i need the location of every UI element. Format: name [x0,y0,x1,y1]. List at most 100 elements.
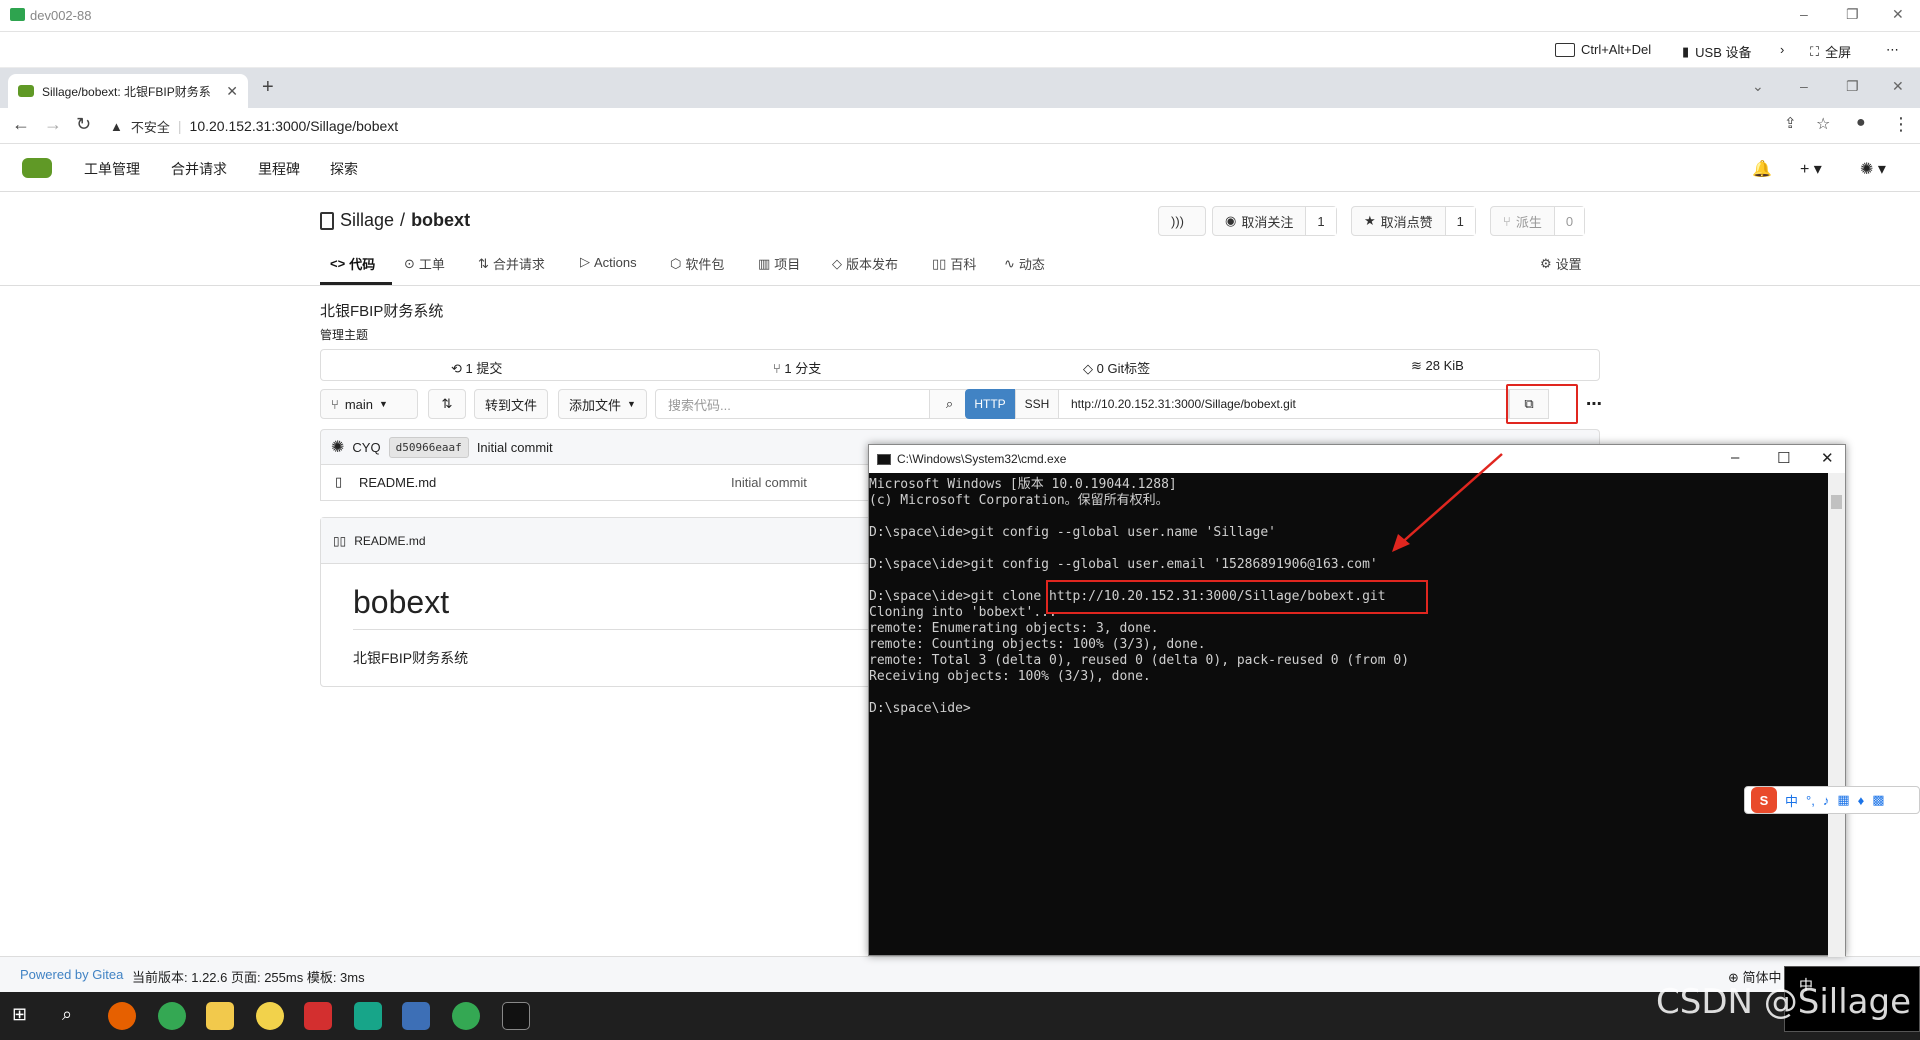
cmd-minimize-icon[interactable]: – [1731,449,1739,466]
app-red-icon[interactable] [304,1002,332,1030]
fork-count[interactable]: 0 [1553,207,1585,235]
clone-url-input[interactable]: http://10.20.152.31:3000/Sillage/bobext.… [1059,389,1509,419]
more-options-icon[interactable]: ⋯ [1886,42,1899,58]
cmd-maximize-icon[interactable]: ☐ [1777,449,1790,467]
browser-tab[interactable]: Sillage/bobext: 北银FBIP财务系 ✕ [8,74,248,108]
cmd-window[interactable]: C:\Windows\System32\cmd.exe – ☐ ✕ Micros… [868,444,1846,957]
tab-releases[interactable]: ◇ 版本发布 [832,254,898,273]
usb-device-button[interactable]: ▮ USB 设备 [1682,42,1752,61]
firefox-icon[interactable] [108,1002,136,1030]
chrome-menu-icon[interactable]: ⋮ [1892,114,1910,135]
file-name[interactable]: README.md [359,475,436,490]
commits-stat[interactable]: ⟲ 1 提交 [451,358,502,377]
cmd-close-icon[interactable]: ✕ [1821,449,1834,467]
rd-restore-icon[interactable]: ❐ [1846,6,1859,23]
share-icon[interactable]: ⇪ [1784,114,1797,132]
unstar-button[interactable]: ★ 取消点赞 1 [1351,206,1476,236]
notification-bell-icon[interactable]: 🔔 [1752,159,1772,179]
commit-sha[interactable]: d50966eaaf [388,436,469,458]
chrome-icon-2[interactable] [452,1002,480,1030]
browser-close-icon[interactable]: ✕ [1892,78,1904,95]
more-actions-icon[interactable]: ⋯ [1582,389,1606,419]
tab-projects[interactable]: ▥ 项目 [758,254,800,273]
tab-code[interactable]: <> 代码 [330,254,375,273]
keyboard-icon[interactable]: ▦ [1837,792,1849,808]
browser-minimize-icon[interactable]: – [1800,78,1808,94]
tab-issues[interactable]: ⊙ 工单 [404,254,445,273]
tab-actions[interactable]: ▷ Actions [580,254,637,270]
ime-mode[interactable]: 中 [1785,791,1798,810]
profile-avatar-icon[interactable]: ● [1856,114,1866,132]
reload-icon[interactable]: ↻ [76,114,91,135]
tab-activity[interactable]: ∿ 动态 [1004,254,1045,273]
repo-owner-link[interactable]: Sillage [340,210,394,231]
rd-minimize-icon[interactable]: – [1800,6,1808,22]
manage-topics-link[interactable]: 管理主题 [320,326,368,343]
app-icon[interactable] [256,1002,284,1030]
cmd-scroll-thumb[interactable] [1831,495,1842,509]
nav-issues[interactable]: 工单管理 [84,159,140,179]
close-tab-icon[interactable]: ✕ [226,83,238,100]
branches-stat[interactable]: ⑂ 1 分支 [773,358,821,377]
taskbar-search-icon[interactable]: ⌕ [62,1004,72,1025]
compare-button[interactable]: ⇅ [428,389,466,419]
omnibox[interactable]: ▲ 不安全 | 10.20.152.31:3000/Sillage/bobext [110,112,1790,140]
forward-icon[interactable]: → [44,114,62,135]
repo-name-link[interactable]: bobext [411,210,470,231]
tab-pull-requests[interactable]: ⇅ 合并请求 [478,254,545,273]
ime-toolbar[interactable]: S 中 °, ♪ ▦ ♦ ▩ [1744,786,1920,814]
chrome-icon[interactable] [158,1002,186,1030]
rss-button[interactable]: ))) [1158,206,1206,236]
size-stat[interactable]: ≋ 28 KiB [1411,358,1464,374]
create-new-plus-icon[interactable]: + ▾ [1800,159,1822,179]
readme-filename[interactable]: README.md [354,534,425,548]
ssh-clone-button[interactable]: SSH [1015,389,1059,419]
rd-close-icon[interactable]: ✕ [1892,6,1904,23]
unwatch-button[interactable]: ◉ 取消关注 1 [1212,206,1337,236]
cmd-titlebar[interactable]: C:\Windows\System32\cmd.exe – ☐ ✕ [869,445,1845,473]
nav-milestones[interactable]: 里程碑 [258,159,300,179]
user-avatar-icon[interactable]: ✺ ▾ [1860,159,1886,179]
tags-stat[interactable]: ◇ 0 Git标签 [1083,358,1150,377]
skin-icon[interactable]: ♦ [1858,793,1865,808]
cmd-scrollbar[interactable] [1828,473,1845,957]
browser-restore-icon[interactable]: ❐ [1846,78,1859,95]
tab-search-chevron-icon[interactable]: ⌄ [1752,78,1764,95]
cmd-taskbar-icon[interactable] [502,1002,530,1030]
wps-icon[interactable] [354,1002,382,1030]
code-search-input[interactable]: 搜索代码... [655,389,930,419]
nav-explore[interactable]: 探索 [330,159,358,179]
tab-settings[interactable]: ⚙ 设置 [1540,254,1582,273]
security-label[interactable]: 不安全 [131,117,170,136]
commit-message[interactable]: Initial commit [477,440,553,455]
nav-pull-requests[interactable]: 合并请求 [171,159,227,179]
http-clone-button[interactable]: HTTP [965,389,1015,419]
remote-app-icon[interactable] [402,1002,430,1030]
chevron-right-icon[interactable]: › [1780,42,1784,57]
back-icon[interactable]: ← [12,114,30,135]
ctrl-alt-del-button[interactable]: Ctrl+Alt+Del [1555,42,1651,57]
gitea-logo-icon[interactable] [22,158,52,178]
commit-author[interactable]: CYQ [352,440,380,455]
add-file-dropdown[interactable]: 添加文件 ▼ [558,389,647,419]
goto-file-button[interactable]: 转到文件 [474,389,549,419]
powered-by-link[interactable]: Powered by Gitea [20,967,123,982]
tab-wiki[interactable]: ▯▯ 百科 [932,254,976,273]
search-button[interactable]: ⌕ [930,389,970,419]
star-count[interactable]: 1 [1444,207,1475,235]
file-commit-message[interactable]: Initial commit [731,475,807,490]
new-tab-icon[interactable]: + [262,76,274,99]
microphone-icon[interactable]: ♪ [1823,793,1830,808]
windows-start-icon[interactable]: ⊞ [12,1004,27,1025]
watch-count[interactable]: 1 [1305,207,1336,235]
cmd-output[interactable]: Microsoft Windows [版本 10.0.19044.1288] (… [869,473,1829,957]
punctuation-icon[interactable]: °, [1806,793,1815,808]
file-explorer-icon[interactable] [206,1002,234,1030]
url-text[interactable]: 10.20.152.31:3000/Sillage/bobext [190,118,399,134]
tab-packages[interactable]: ⬡ 软件包 [670,254,724,273]
bookmark-star-icon[interactable]: ☆ [1816,114,1830,134]
branch-dropdown[interactable]: ⑂ main ▼ [320,389,418,419]
fork-button[interactable]: ⑂ 派生 0 [1490,206,1586,236]
toolbox-icon[interactable]: ▩ [1872,792,1884,808]
fullscreen-button[interactable]: ⛶ 全屏 [1810,42,1851,61]
